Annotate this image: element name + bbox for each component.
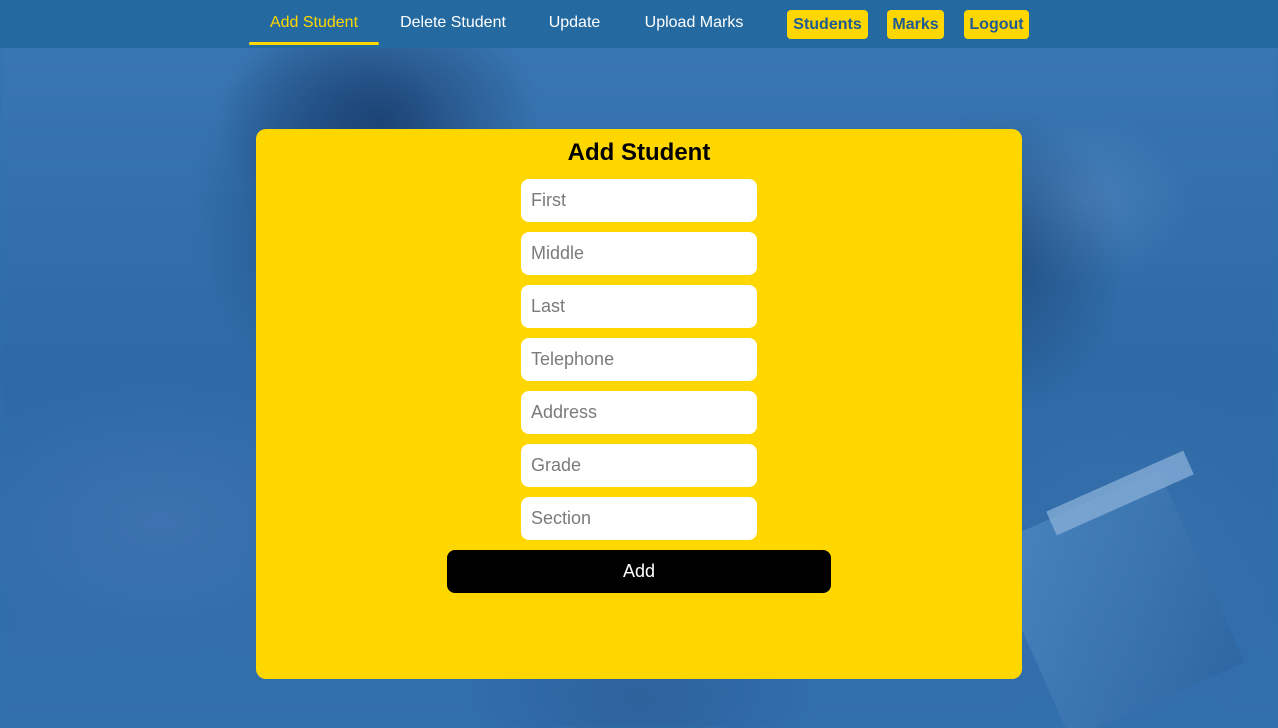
nav-add-student[interactable]: Add Student [249,0,379,46]
add-submit-button[interactable]: Add [447,550,831,593]
students-button[interactable]: Students [787,10,868,39]
logout-button[interactable]: Logout [964,10,1029,39]
add-student-card: Add Student Add [256,129,1022,679]
telephone-input[interactable] [521,338,757,381]
form-title: Add Student [567,139,711,166]
nav-upload-marks[interactable]: Upload Marks [632,0,756,46]
last-name-input[interactable] [521,285,757,328]
middle-name-input[interactable] [521,232,757,275]
nav-update[interactable]: Update [537,0,612,46]
section-input[interactable] [521,497,757,540]
grade-input[interactable] [521,444,757,487]
marks-button[interactable]: Marks [887,10,944,39]
active-tab-underline [249,42,379,45]
top-navbar: Add Student Delete Student Update Upload… [0,0,1278,48]
page: Add Student Delete Student Update Upload… [0,0,1278,728]
first-name-input[interactable] [521,179,757,222]
address-input[interactable] [521,391,757,434]
nav-delete-student[interactable]: Delete Student [389,0,517,46]
